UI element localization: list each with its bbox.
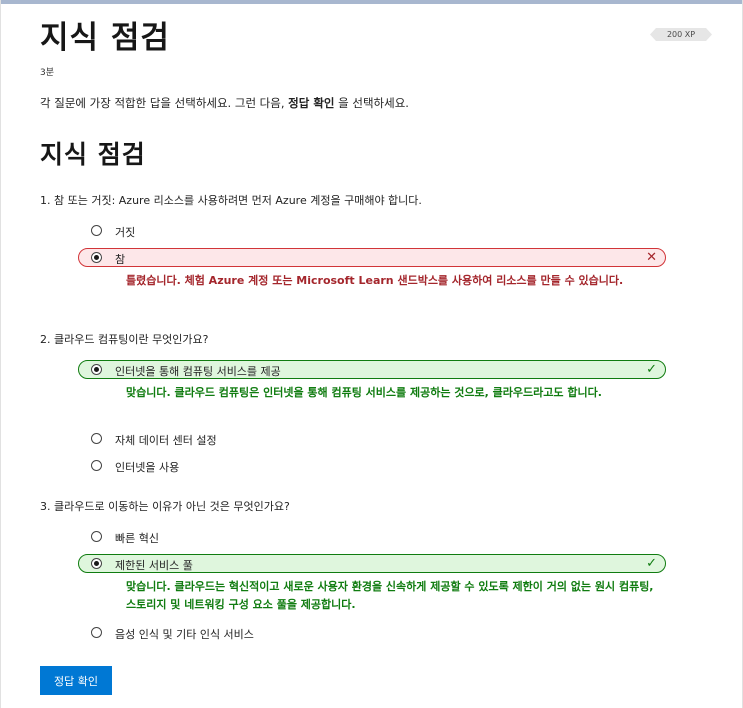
check-icon: ✓ xyxy=(646,556,657,571)
q3-feedback: 맞습니다. 클라우드는 혁신적이고 새로운 사용자 환경을 신속하게 제공할 수… xyxy=(126,580,654,611)
top-border xyxy=(0,0,743,4)
q2-option-own-datacenter[interactable]: 자체 데이터 센터 설정 xyxy=(78,429,666,448)
option-label: 제한된 서비스 풀 xyxy=(115,559,193,572)
check-icon: ✓ xyxy=(646,362,657,377)
radio-button[interactable] xyxy=(91,460,102,471)
q1-option-true[interactable]: 참 ✕ xyxy=(78,248,666,267)
instructions-text: 각 질문에 가장 적합한 답을 선택하세요. 그런 다음, 정답 확인 을 선택… xyxy=(40,95,409,111)
radio-button-selected[interactable] xyxy=(91,558,102,569)
option-label: 자체 데이터 센터 설정 xyxy=(115,434,217,447)
instructions-bold: 정답 확인 xyxy=(288,96,335,110)
option-label: 음성 인식 및 기타 인식 서비스 xyxy=(115,628,254,641)
option-label: 참 xyxy=(115,253,126,266)
section-title: 지식 점검 xyxy=(40,140,146,169)
q2-option-use-internet[interactable]: 인터넷을 사용 xyxy=(78,456,666,475)
option-label: 거짓 xyxy=(115,226,136,239)
q3-option-speech-recognition[interactable]: 음성 인식 및 기타 인식 서비스 xyxy=(78,623,666,642)
question-3-text: 3. 클라우드로 이동하는 이유가 아닌 것은 무엇인가요? xyxy=(40,500,290,513)
radio-button[interactable] xyxy=(91,433,102,444)
question-2-text: 2. 클라우드 컴퓨팅이란 무엇인가요? xyxy=(40,333,209,346)
q2-feedback: 맞습니다. 클라우드 컴퓨팅은 인터넷을 통해 컴퓨팅 서비스를 제공하는 것으… xyxy=(126,386,602,399)
radio-button[interactable] xyxy=(91,627,102,638)
frame-left-edge xyxy=(0,0,1,708)
option-label: 빠른 혁신 xyxy=(115,532,159,545)
option-label: 인터넷을 사용 xyxy=(115,461,180,474)
close-icon: ✕ xyxy=(646,250,657,265)
q3-option-fast-innovation[interactable]: 빠른 혁신 xyxy=(78,527,666,546)
radio-button-selected[interactable] xyxy=(91,364,102,375)
xp-badge: 200 XP xyxy=(650,28,712,41)
radio-button[interactable] xyxy=(91,531,102,542)
radio-button[interactable] xyxy=(91,225,102,236)
q3-option-limited-pool[interactable]: 제한된 서비스 풀 ✓ xyxy=(78,554,666,573)
q2-option-internet-services[interactable]: 인터넷을 통해 컴퓨팅 서비스를 제공 ✓ xyxy=(78,360,666,379)
q1-option-false[interactable]: 거짓 xyxy=(78,221,666,240)
instructions-after: 을 선택하세요. xyxy=(334,96,409,110)
question-1-text: 1. 참 또는 거짓: Azure 리소스를 사용하려면 먼저 Azure 계정… xyxy=(40,194,422,207)
option-label: 인터넷을 통해 컴퓨팅 서비스를 제공 xyxy=(115,365,281,378)
q1-feedback: 틀렸습니다. 체험 Azure 계정 또는 Microsoft Learn 샌드… xyxy=(126,274,624,287)
page-title: 지식 점검 xyxy=(40,20,170,56)
radio-button-selected[interactable] xyxy=(91,252,102,263)
instructions-before: 각 질문에 가장 적합한 답을 선택하세요. 그런 다음, xyxy=(40,96,289,110)
duration-text: 3분 xyxy=(40,68,55,78)
check-answers-button[interactable]: 정답 확인 xyxy=(40,666,112,695)
